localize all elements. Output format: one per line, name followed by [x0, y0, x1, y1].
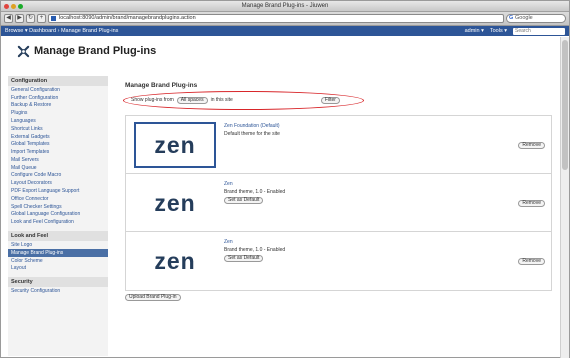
sidebar-item[interactable]: PDF Export Language Support — [8, 187, 108, 195]
nav-tools-menu[interactable]: Tools ▾ — [490, 28, 507, 34]
sidebar-item[interactable]: Manage Brand Plug-ins — [8, 248, 108, 257]
forward-icon[interactable]: ▶ — [15, 14, 24, 23]
nav-right: admin ▾ Tools ▾ Search — [465, 26, 565, 36]
page-title: Manage Brand Plug-ins — [34, 45, 157, 57]
highlight-oval — [123, 91, 364, 110]
google-icon: G — [509, 15, 514, 21]
browser-window: Manage Brand Plug-ins - Jiuwen ◀ ▶ ↻ + l… — [0, 0, 570, 358]
sidebar-item[interactable]: Import Templates — [8, 148, 108, 156]
sidebar-item[interactable]: Plugins — [8, 109, 108, 117]
plugin-row: zen Zen Brand theme, 1.0 - Enabled Set a… — [126, 174, 551, 232]
back-icon[interactable]: ◀ — [4, 14, 13, 23]
remove-button[interactable]: Remove — [518, 142, 545, 149]
page-header: Manage Brand Plug-ins — [3, 38, 558, 64]
plugin-info: Zen Brand theme, 1.0 - Enabled Set as De… — [224, 238, 285, 262]
plugin-list: zen Zen Foundation (Default) Default the… — [125, 115, 552, 291]
sidebar-item[interactable]: Mail Queue — [8, 164, 108, 172]
filter-bar: Show plug-ins from All spaces in this si… — [123, 91, 561, 110]
sidebar-item[interactable]: General Configuration — [8, 86, 108, 94]
plugin-name[interactable]: Zen — [224, 238, 285, 246]
plugin-info: Zen Brand theme, 1.0 - Enabled Set as De… — [224, 180, 285, 204]
plugin-thumbnail[interactable]: zen — [134, 122, 216, 168]
sidebar-item[interactable]: Security Configuration — [8, 287, 108, 295]
sidebar-item[interactable]: Languages — [8, 117, 108, 125]
plugin-thumbnail[interactable]: zen — [134, 180, 216, 226]
plugin-name[interactable]: Zen Foundation (Default) — [224, 122, 280, 130]
favicon-icon — [51, 16, 56, 21]
browser-search-field[interactable]: G Google — [506, 14, 566, 23]
sidebar-item[interactable]: Further Configuration — [8, 94, 108, 102]
plugin-row: zen Zen Foundation (Default) Default the… — [126, 116, 551, 174]
browser-toolbar: ◀ ▶ ↻ + localhost:8090/admin/brand/manag… — [1, 12, 569, 26]
window-controls[interactable] — [4, 4, 23, 9]
sidebar-item[interactable]: Configure Code Macro — [8, 172, 108, 180]
plugin-thumbnail[interactable]: zen — [134, 238, 216, 284]
main-panel: Manage Brand Plug-ins Show plug-ins from… — [123, 82, 561, 301]
sidebar-item[interactable]: Global Language Configuration — [8, 211, 108, 219]
add-icon[interactable]: + — [37, 14, 46, 23]
set-default-button[interactable]: Set as Default — [224, 255, 264, 262]
remove-button[interactable]: Remove — [518, 258, 545, 265]
sidebar-item[interactable]: Mail Servers — [8, 156, 108, 164]
section-heading: Manage Brand Plug-ins — [125, 82, 198, 89]
sidebar-item[interactable]: Global Templates — [8, 140, 108, 148]
scrollbar-thumb[interactable] — [562, 40, 568, 170]
sidebar-item[interactable]: Office Connector — [8, 195, 108, 203]
zen-logo: zen — [154, 247, 196, 274]
plugin-description: Default theme for the site — [224, 131, 280, 137]
nav-user-menu[interactable]: admin ▾ — [465, 28, 484, 34]
plugin-description: Brand theme, 1.0 - Enabled — [224, 247, 286, 253]
minimize-dot-icon[interactable] — [11, 4, 16, 9]
nav-search-input[interactable]: Search — [513, 27, 565, 35]
zen-logo: zen — [154, 131, 196, 158]
sidebar-item[interactable]: Color Scheme — [8, 257, 108, 265]
sidebar-item[interactable]: Look and Feel Configuration — [8, 218, 108, 226]
close-dot-icon[interactable] — [4, 4, 9, 9]
plugin-description: Brand theme, 1.0 - Enabled — [224, 189, 286, 195]
sidebar-heading-configuration: Configuration — [8, 76, 108, 86]
sidebar-item[interactable]: Backup & Restore — [8, 102, 108, 110]
plugin-name[interactable]: Zen — [224, 180, 285, 188]
sidebar-heading-security: Security — [8, 277, 108, 288]
admin-tools-icon — [17, 45, 30, 57]
plugin-info: Zen Foundation (Default) Default theme f… — [224, 122, 280, 138]
url-bar[interactable]: localhost:8090/admin/brand/managebrandpl… — [48, 14, 504, 23]
page-content: Manage Brand Plug-ins Configuration Gene… — [3, 38, 558, 357]
sidebar-section-look-and-feel: Site Logo Manage Brand Plug-ins Color Sche… — [8, 241, 108, 272]
sidebar-item[interactable]: Site Logo — [8, 241, 108, 249]
nav-breadcrumb[interactable]: Browse ▾ Dashboard › Manage Brand Plug-i… — [5, 28, 118, 34]
plugin-row: zen Zen Brand theme, 1.0 - Enabled Set a… — [126, 232, 551, 290]
sidebar-item[interactable]: Layout Decorators — [8, 179, 108, 187]
page-scrollbar[interactable] — [560, 37, 569, 358]
sidebar-heading-look-and-feel: Look and Feel — [8, 231, 108, 242]
sidebar-item[interactable]: External Gadgets — [8, 133, 108, 141]
upload-plugin-button[interactable]: Upload Brand Plug-in — [125, 294, 181, 301]
sidebar-item[interactable]: Layout — [8, 264, 108, 272]
remove-button[interactable]: Remove — [518, 200, 545, 207]
sidebar-item[interactable]: Spell Checker Settings — [8, 203, 108, 211]
sidebar-section-security: Security Configuration — [8, 287, 108, 295]
sidebar-item[interactable]: Shortcut Links — [8, 125, 108, 133]
url-text: localhost:8090/admin/brand/managebrandpl… — [59, 15, 196, 21]
zoom-dot-icon[interactable] — [18, 4, 23, 9]
sidebar-section-configuration: General Configuration Further Configurati… — [8, 86, 108, 226]
app-navbar: Browse ▾ Dashboard › Manage Brand Plug-i… — [1, 26, 569, 36]
set-default-button[interactable]: Set as Default — [224, 197, 264, 204]
browser-search-placeholder: Google — [515, 15, 533, 21]
window-titlebar: Manage Brand Plug-ins - Jiuwen — [1, 1, 569, 12]
reload-icon[interactable]: ↻ — [26, 14, 35, 23]
window-title: Manage Brand Plug-ins - Jiuwen — [241, 3, 329, 9]
admin-sidebar: Configuration General Configuration Furth… — [8, 76, 108, 356]
zen-logo: zen — [154, 189, 196, 216]
